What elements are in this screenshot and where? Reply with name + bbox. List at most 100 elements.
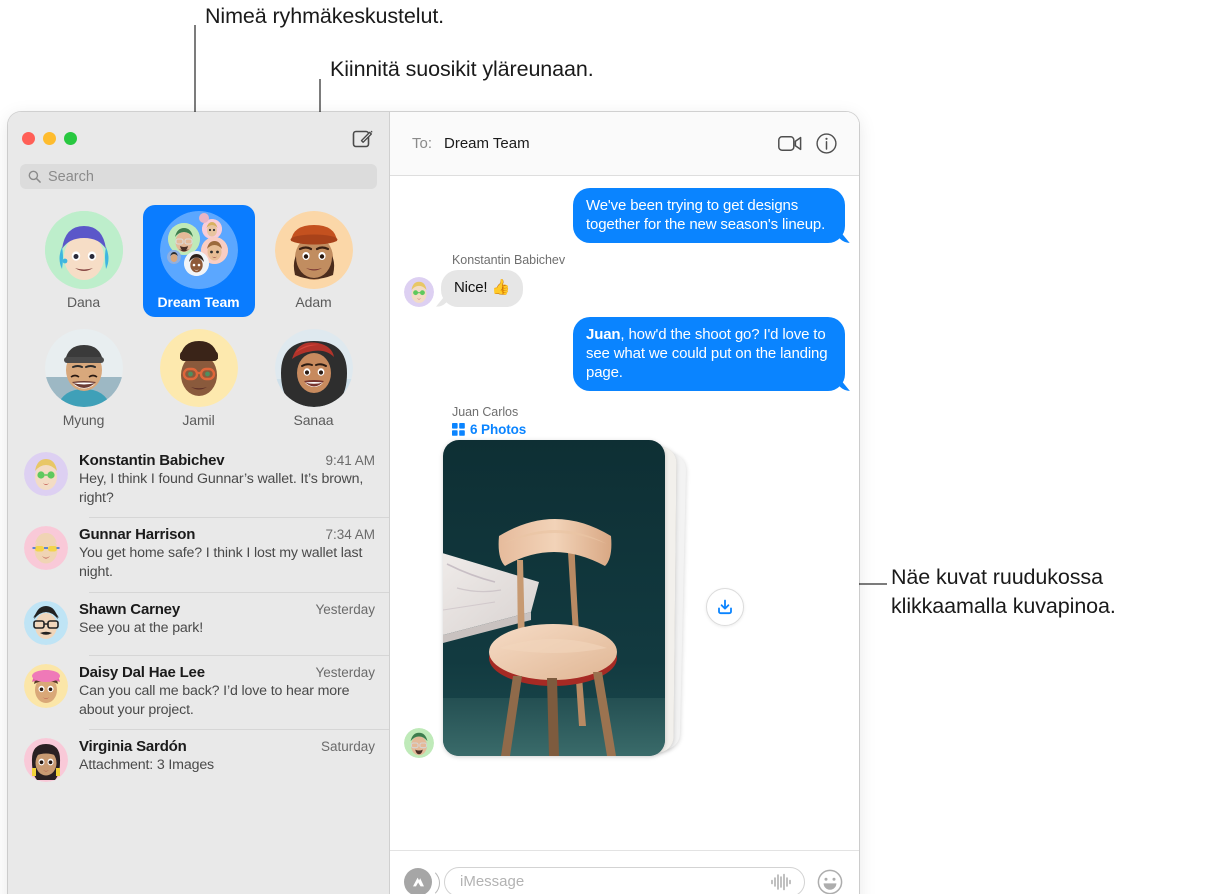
zoom-button[interactable] bbox=[64, 131, 77, 145]
message-placeholder: iMessage bbox=[460, 873, 525, 890]
message-bubble[interactable]: Juan, how'd the shoot go? I'd love to se… bbox=[573, 316, 845, 392]
avatar bbox=[274, 329, 353, 407]
conversation-time: Yesterday bbox=[315, 664, 375, 680]
avatar bbox=[44, 211, 123, 289]
sidebar: Search Dana Dream Team Adam Myung Jamil … bbox=[8, 112, 390, 894]
message-text: , how'd the shoot go? I'd love to see wh… bbox=[586, 325, 828, 381]
thread-header: To: Dream Team bbox=[390, 112, 859, 176]
conversation-row-shawn-carney[interactable]: Shawn Carney Yesterday See you at the pa… bbox=[8, 591, 389, 655]
avatar bbox=[159, 329, 238, 407]
avatar bbox=[404, 276, 434, 307]
annotation-view-photos-grid: Näe kuvat ruudukossa klikkaamalla kuvapi… bbox=[891, 565, 1116, 618]
avatar bbox=[44, 329, 123, 407]
conversation-row-konstantin-babichev[interactable]: Konstantin Babichev 9:41 AM Hey, I think… bbox=[8, 443, 389, 517]
pinned-item-label: Dana bbox=[66, 294, 101, 310]
conversation-header: Konstantin Babichev 9:41 AM bbox=[79, 452, 375, 469]
pinned-item-adam[interactable]: Adam bbox=[258, 205, 370, 317]
download-icon[interactable] bbox=[706, 588, 744, 627]
thread-pane: To: Dream Team We've been trying to get … bbox=[390, 112, 859, 894]
conversation-name: Virginia Sardón bbox=[79, 738, 187, 756]
pinned-item-dana[interactable]: Dana bbox=[28, 205, 140, 317]
group-avatar bbox=[159, 211, 238, 289]
photos-meta: 6 Photos bbox=[452, 422, 693, 437]
conversation-name: Gunnar Harrison bbox=[79, 526, 196, 544]
conversation-preview: Can you call me back? I’d love to hear m… bbox=[79, 682, 350, 718]
avatar bbox=[24, 452, 68, 496]
minimize-button[interactable] bbox=[43, 131, 56, 145]
conversation-row-gunnar-harrison[interactable]: Gunnar Harrison 7:34 AM You get home saf… bbox=[8, 517, 389, 591]
incoming-group: Konstantin Babichev Nice! 👍 bbox=[404, 253, 566, 307]
pinned-item-label: Dream Team bbox=[157, 294, 240, 310]
window-controls bbox=[22, 131, 77, 145]
pinned-item-label: Jamil bbox=[182, 412, 215, 428]
conversation-preview: You get home safe? I think I lost my wal… bbox=[79, 545, 363, 581]
conversation-name: Konstantin Babichev bbox=[79, 452, 225, 469]
conversation-list: Konstantin Babichev 9:41 AM Hey, I think… bbox=[8, 443, 389, 894]
avatar bbox=[274, 211, 353, 289]
pinned-item-label: Sanaa bbox=[293, 412, 334, 428]
conversation-preview: See you at the park! bbox=[79, 619, 203, 636]
pinned-item-jamil[interactable]: Jamil bbox=[143, 323, 255, 435]
conversation-time: 7:34 AM bbox=[325, 527, 375, 543]
sender-name: Juan Carlos bbox=[452, 405, 519, 420]
pinned-conversations: Dana Dream Team Adam Myung Jamil Sanaa bbox=[8, 199, 389, 443]
composer-bar: iMessage bbox=[390, 850, 859, 894]
conversation-preview: Attachment: 3 Images bbox=[79, 757, 215, 774]
conversation-header: Gunnar Harrison 7:34 AM bbox=[79, 526, 375, 543]
pinned-item-sanaa[interactable]: Sanaa bbox=[258, 323, 370, 435]
conversation-body: Shawn Carney Yesterday See you at the pa… bbox=[79, 601, 375, 645]
search-container: Search bbox=[8, 164, 389, 199]
sender-name: Konstantin Babichev bbox=[452, 253, 566, 268]
conversation-time: Saturday bbox=[320, 739, 375, 755]
conversation-body: Daisy Dal Hae Lee Yesterday Can you call… bbox=[79, 664, 375, 719]
conversation-name: Shawn Carney bbox=[79, 600, 180, 618]
pinned-item-dream-team[interactable]: Dream Team bbox=[142, 205, 255, 317]
message-row-outgoing: Juan, how'd the shoot go? I'd love to se… bbox=[404, 316, 845, 392]
avatar bbox=[24, 600, 68, 645]
conversation-header: Daisy Dal Hae Lee Yesterday bbox=[79, 664, 375, 681]
conversation-row-daisy-dal-hae-lee[interactable]: Daisy Dal Hae Lee Yesterday Can you call… bbox=[8, 654, 389, 729]
conversation-header: Shawn Carney Yesterday bbox=[79, 601, 375, 618]
info-circle-icon[interactable] bbox=[811, 129, 841, 159]
pinned-item-label: Adam bbox=[295, 294, 332, 310]
message-bubble[interactable]: Nice! 👍 bbox=[441, 270, 523, 307]
message-row-outgoing: We've been trying to get designs togethe… bbox=[404, 188, 845, 244]
conversation-body: Virginia Sardón Saturday Attachment: 3 I… bbox=[79, 738, 375, 782]
app-store-icon[interactable] bbox=[404, 867, 440, 894]
compose-icon[interactable] bbox=[349, 125, 375, 151]
message-row-incoming: Konstantin Babichev Nice! 👍 bbox=[404, 253, 845, 307]
cluster-face-6 bbox=[198, 213, 209, 223]
conversation-name: Daisy Dal Hae Lee bbox=[79, 663, 205, 681]
avatar bbox=[24, 738, 68, 783]
video-camera-icon[interactable] bbox=[775, 129, 805, 159]
message-list: We've been trying to get designs togethe… bbox=[390, 176, 859, 850]
pinned-item-myung[interactable]: Myung bbox=[28, 323, 140, 435]
conversation-time: Yesterday bbox=[315, 601, 375, 617]
audio-waveform-icon[interactable] bbox=[770, 873, 792, 891]
memoji-cluster bbox=[159, 211, 238, 289]
smiley-face-icon[interactable] bbox=[817, 869, 843, 894]
mention: Juan bbox=[586, 325, 621, 343]
grid-icon bbox=[452, 423, 465, 436]
annotation-name-group-conversations: Nimeä ryhmäkeskustelut. bbox=[205, 4, 445, 28]
to-label: To: bbox=[412, 135, 433, 152]
photo-card-front[interactable] bbox=[443, 440, 665, 757]
conversation-body: Konstantin Babichev 9:41 AM Hey, I think… bbox=[79, 452, 375, 507]
message-bubble[interactable]: We've been trying to get designs togethe… bbox=[573, 188, 845, 244]
conversation-time: 9:41 AM bbox=[325, 453, 375, 468]
pinned-item-label: Myung bbox=[62, 412, 105, 428]
search-input[interactable]: Search bbox=[20, 164, 377, 189]
incoming-line: Nice! 👍 bbox=[404, 270, 565, 307]
annotation-pin-favorites: Kiinnitä suosikit yläreunaan. bbox=[330, 57, 594, 81]
message-row-photos: Juan Carlos 6 Photos bbox=[404, 401, 845, 759]
photo-stack-line bbox=[404, 440, 744, 759]
cluster-face-4 bbox=[166, 250, 181, 264]
conversation-row-virginia-sardon[interactable]: Virginia Sardón Saturday Attachment: 3 I… bbox=[8, 729, 389, 792]
photo-stack[interactable] bbox=[441, 440, 693, 758]
message-input[interactable]: iMessage bbox=[444, 866, 805, 894]
messages-window: Search Dana Dream Team Adam Myung Jamil … bbox=[8, 112, 859, 894]
close-button[interactable] bbox=[22, 131, 35, 145]
search-placeholder: Search bbox=[48, 168, 94, 185]
recipient-name[interactable]: Dream Team bbox=[444, 135, 530, 152]
photos-count-label[interactable]: 6 Photos bbox=[470, 422, 526, 437]
